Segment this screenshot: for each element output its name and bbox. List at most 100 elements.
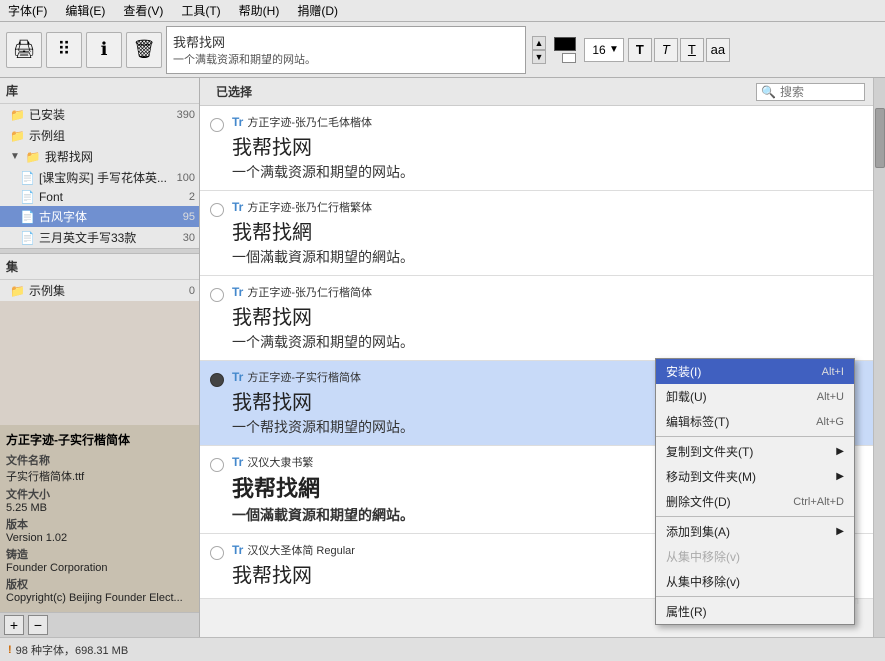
sidebar-label-examples: 示例组 [29, 127, 65, 144]
sidebar-count-font: 2 [189, 191, 195, 203]
ctx-uninstall-label: 卸载(U) [666, 388, 707, 405]
sidebar-label-collection: 示例集 [29, 282, 65, 299]
ctx-properties[interactable]: 属性(R) [656, 599, 854, 624]
menu-view[interactable]: 查看(V) [119, 2, 167, 19]
radio-5[interactable] [210, 546, 224, 560]
search-input[interactable] [780, 85, 860, 99]
ctx-sep1 [656, 436, 854, 437]
font-item-0[interactable]: Tr 方正字迹-张乃仁毛体楷体 我帮找网 一个满载资源和期望的网站。 [200, 106, 873, 191]
radio-2[interactable] [210, 288, 224, 302]
font-type-icon-0: Tr [232, 115, 243, 129]
sidebar-label-march: 三月英文手写33款 [39, 229, 136, 246]
font-name-1: Tr 方正字迹-张乃仁行楷繁体 [232, 199, 863, 215]
info-button[interactable]: ℹ [86, 32, 122, 68]
sidebar-font-info: 方正字迹-子实行楷简体 文件名称 子实行楷简体.ttf 文件大小 5.25 MB… [0, 425, 199, 612]
ctx-properties-label: 属性(R) [666, 603, 707, 620]
bold-button[interactable]: T [628, 38, 652, 62]
menu-help[interactable]: 帮助(H) [235, 2, 284, 19]
ctx-remove-disabled-label: 从集中移除(v) [666, 548, 740, 565]
color-foreground[interactable] [554, 37, 576, 51]
sidebar-item-font[interactable]: 📄 Font 2 [0, 188, 199, 206]
font-size-selector[interactable]: 16 ▼ [584, 38, 624, 62]
ctx-move-folder-label: 移动到文件夹(M) [666, 468, 756, 485]
status-warning-icon: ! [8, 644, 12, 656]
aa-button[interactable]: aa [706, 38, 730, 62]
preview-scroll-up[interactable]: ▲ [532, 36, 546, 50]
color-background[interactable] [562, 53, 576, 63]
tab-selected[interactable]: 已选择 [208, 81, 260, 102]
sidebar-label-wobangzhao: 我帮找网 [45, 148, 93, 165]
file-icon-handwriting: 📄 [20, 171, 35, 185]
italic-button[interactable]: T [654, 38, 678, 62]
ctx-copy-folder[interactable]: 复制到文件夹(T) ▶ [656, 439, 854, 464]
ctx-remove-collection[interactable]: 从集中移除(v) [656, 569, 854, 594]
ctx-move-folder-arrow: ▶ [836, 471, 844, 482]
toolbar: 🖨 ⠿ ℹ 🗑 我帮找网 一个满载资源和期望的网站。 ▲ ▼ 16 ▼ T T … [0, 22, 885, 78]
folder-icon: 📁 [10, 108, 25, 122]
sidebar-label-gufeng: 古风字体 [39, 208, 87, 225]
ctx-delete-file[interactable]: 删除文件(D) Ctrl+Alt+D [656, 489, 854, 514]
font-type-icon-2: Tr [232, 285, 243, 299]
delete-button[interactable]: 🗑 [126, 32, 162, 68]
font-name-label-1: 方正字迹-张乃仁行楷繁体 [247, 199, 372, 215]
add-collection-button[interactable]: + [4, 615, 24, 635]
font-type-icon-3: Tr [232, 370, 243, 384]
font-preview-2: 我帮找网 [232, 304, 863, 332]
sidebar-item-handwriting[interactable]: 📄 [课宝购买] 手写花体英... 100 [0, 167, 199, 188]
search-box: 🔍 [756, 83, 865, 101]
ctx-delete-file-label: 删除文件(D) [666, 493, 731, 510]
menubar: 字体(F) 编辑(E) 查看(V) 工具(T) 帮助(H) 捐赠(D) [0, 0, 885, 22]
menu-edit[interactable]: 编辑(E) [61, 2, 109, 19]
scrollbar-thumb[interactable] [875, 108, 885, 168]
font-preview-sub-1: 一個滿載資源和期望的網站。 [232, 247, 863, 267]
sidebar-label-handwriting: [课宝购买] 手写花体英... [39, 169, 167, 186]
library-section-header: 库 [0, 78, 199, 104]
ctx-edit-tag[interactable]: 编辑标签(T) Alt+G [656, 409, 854, 434]
preview-line2: 一个满载资源和期望的网站。 [173, 51, 519, 67]
font-item-2[interactable]: Tr 方正字迹-张乃仁行楷简体 我帮找网 一个满载资源和期望的网站。 [200, 276, 873, 361]
sidebar-item-installed[interactable]: 📁 已安装 390 [0, 104, 199, 125]
sidebar-item-examples[interactable]: 📁 示例组 [0, 125, 199, 146]
print-button[interactable]: 🖨 [6, 32, 42, 68]
font-preview-1: 我帮找網 [232, 219, 863, 247]
content-header: 已选择 🔍 [200, 78, 873, 106]
ctx-move-folder[interactable]: 移动到文件夹(M) ▶ [656, 464, 854, 489]
ctx-uninstall[interactable]: 卸载(U) Alt+U [656, 384, 854, 409]
radio-3[interactable] [210, 373, 224, 387]
sidebar-count-handwriting: 100 [177, 172, 195, 184]
radio-4[interactable] [210, 458, 224, 472]
menu-donate[interactable]: 捐赠(D) [293, 2, 342, 19]
font-name-label-3: 方正字迹-子实行楷简体 [247, 369, 361, 385]
underline-button[interactable]: T [680, 38, 704, 62]
font-copyright-value: Copyright(c) Beijing Founder Elect... [6, 592, 193, 604]
sidebar-count-gufeng: 95 [183, 211, 195, 223]
font-version-label: 版本 [6, 516, 193, 532]
font-name-0: Tr 方正字迹-张乃仁毛体楷体 [232, 114, 863, 130]
grid-button[interactable]: ⠿ [46, 32, 82, 68]
scrollbar-track[interactable] [873, 78, 885, 637]
sidebar-item-gufeng[interactable]: 📄 古风字体 95 [0, 206, 199, 227]
sidebar-item-example-collection[interactable]: 📁 示例集 0 [0, 280, 199, 301]
ctx-add-collection[interactable]: 添加到集(A) ▶ [656, 519, 854, 544]
menu-tools[interactable]: 工具(T) [177, 2, 224, 19]
font-foundry-value: Founder Corporation [6, 562, 193, 574]
preview-scroll-down[interactable]: ▼ [532, 50, 546, 64]
radio-0[interactable] [210, 118, 224, 132]
preview-scroll-buttons: ▲ ▼ [532, 36, 546, 64]
preview-line1: 我帮找网 [173, 32, 519, 51]
ctx-install[interactable]: 安装(I) Alt+I [656, 359, 854, 384]
sidebar-item-wobangzhao[interactable]: ▼ 📁 我帮找网 [0, 146, 199, 167]
font-size-arrow[interactable]: ▼ [609, 44, 619, 55]
menu-font[interactable]: 字体(F) [4, 2, 51, 19]
remove-collection-button[interactable]: − [28, 615, 48, 635]
folder-icon-collection: 📁 [10, 284, 25, 298]
font-item-1[interactable]: Tr 方正字迹-张乃仁行楷繁体 我帮找網 一個滿載資源和期望的網站。 [200, 191, 873, 276]
ctx-install-label: 安装(I) [666, 363, 701, 380]
font-type-icon-4: Tr [232, 455, 243, 469]
font-content-1: Tr 方正字迹-张乃仁行楷繁体 我帮找網 一個滿載資源和期望的網站。 [232, 199, 863, 267]
radio-1[interactable] [210, 203, 224, 217]
font-preview-sub-0: 一个满载资源和期望的网站。 [232, 162, 863, 182]
font-filename-label: 文件名称 [6, 452, 193, 468]
sidebar-item-march[interactable]: 📄 三月英文手写33款 30 [0, 227, 199, 248]
ctx-remove-collection-disabled: 从集中移除(v) [656, 544, 854, 569]
